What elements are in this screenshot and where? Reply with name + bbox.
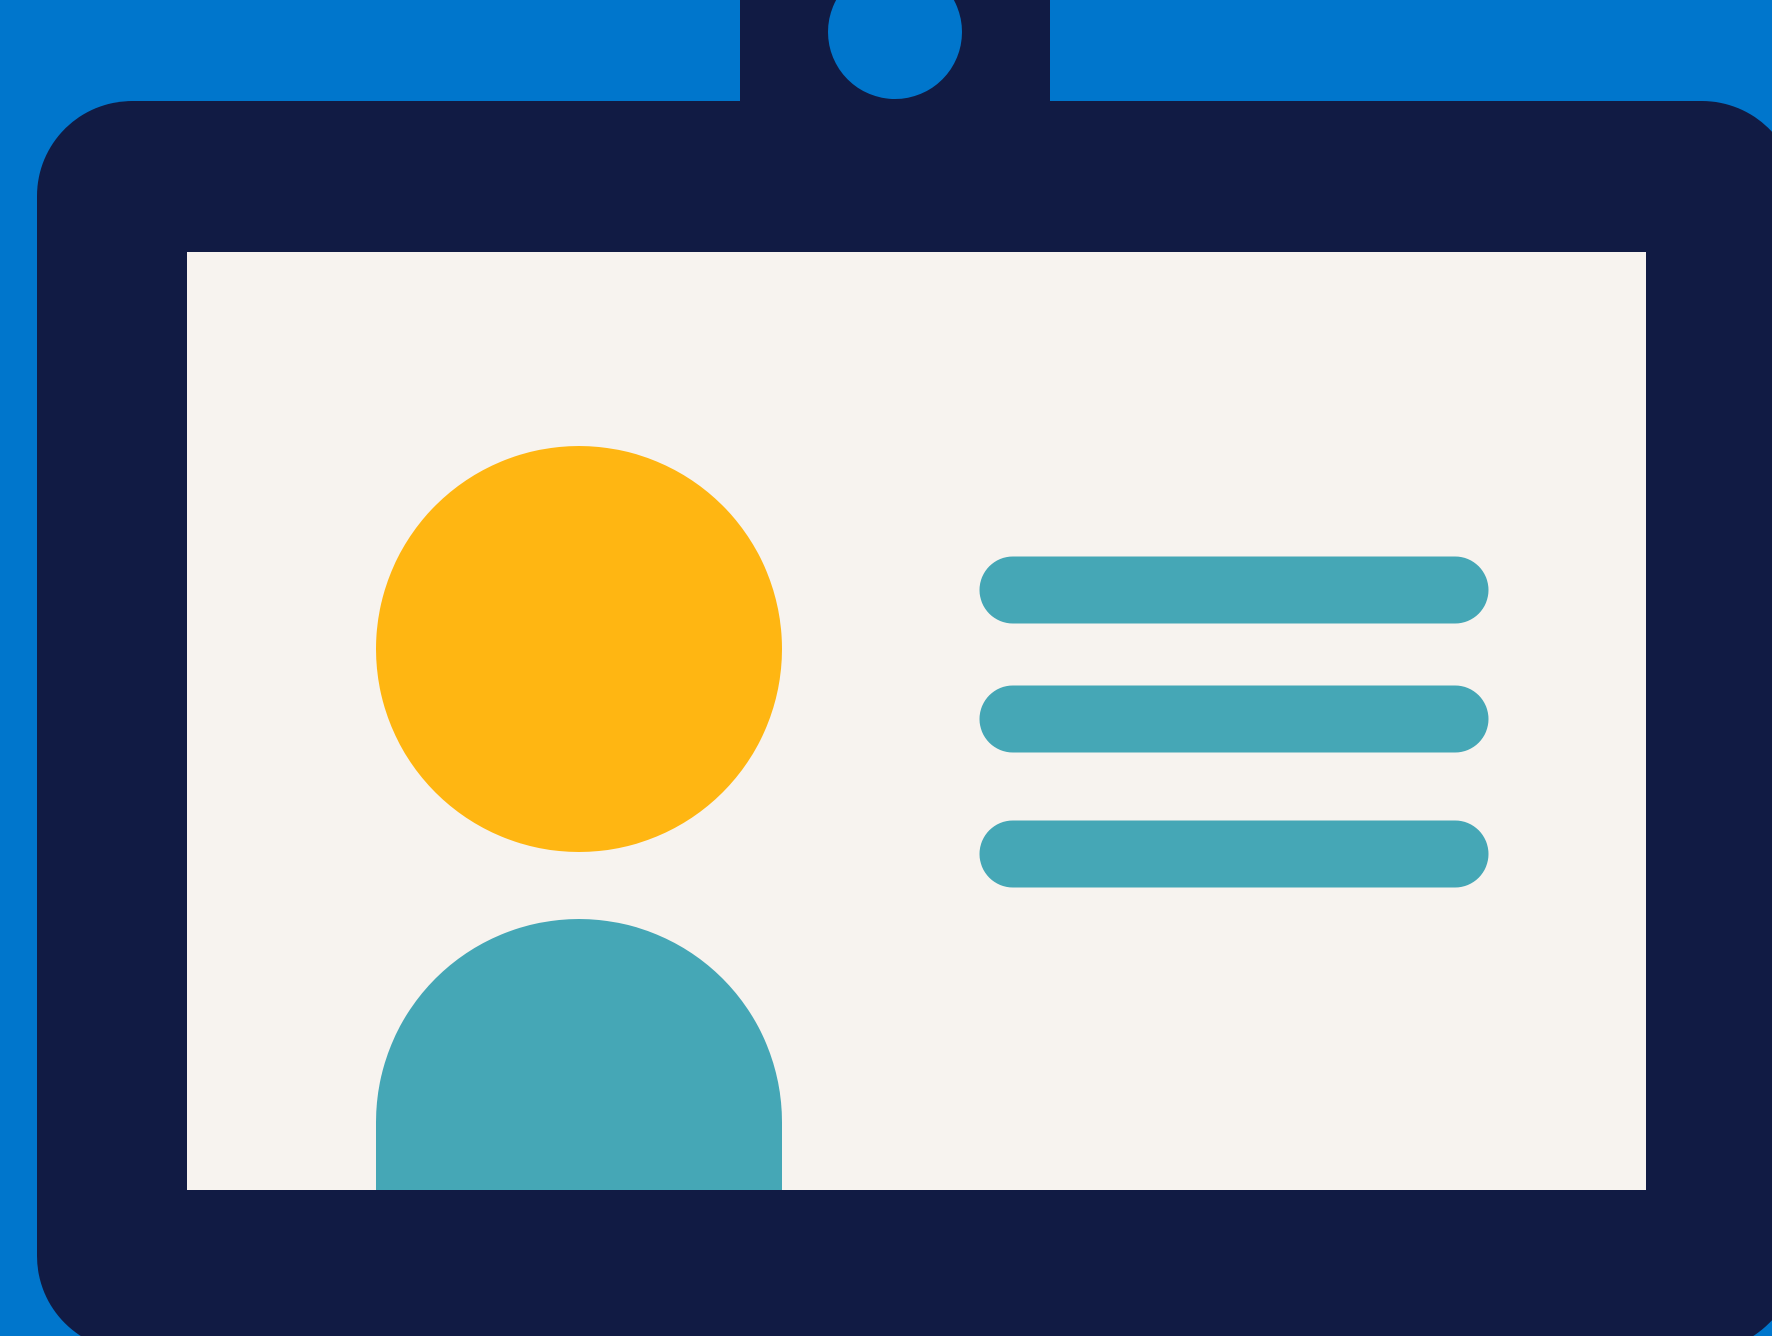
avatar-head	[376, 446, 782, 852]
id-badge-illustration	[0, 0, 1772, 1336]
id-badge-svg	[0, 0, 1772, 1336]
